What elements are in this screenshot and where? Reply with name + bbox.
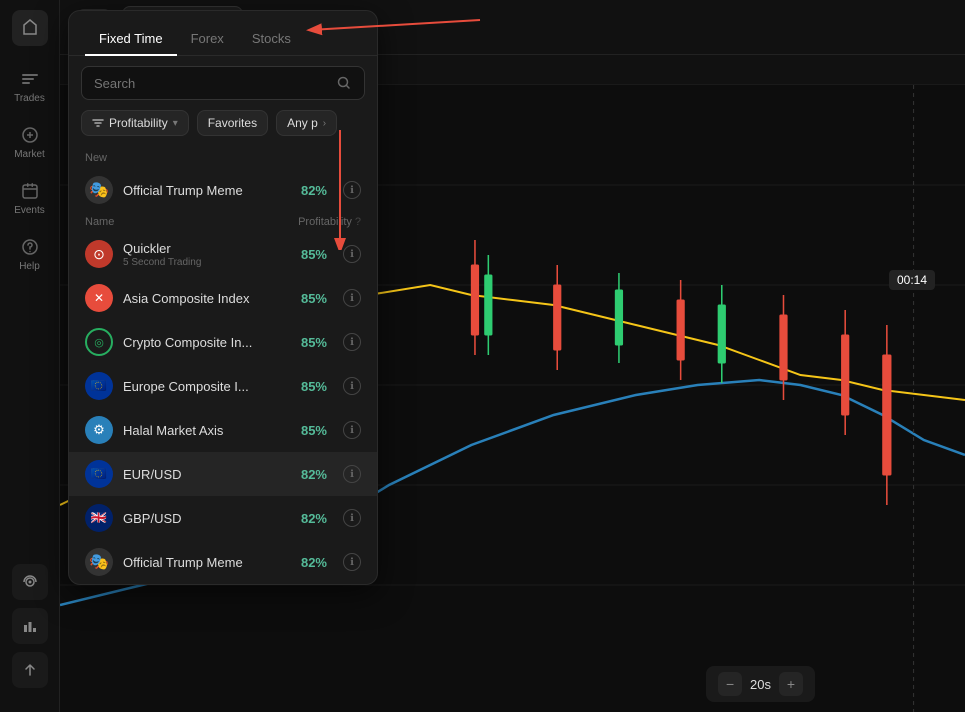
sidebar-item-help[interactable]: Help	[0, 226, 59, 282]
asset-row-name: Official Trump Meme	[123, 555, 291, 570]
any-label: Any p	[287, 116, 318, 130]
info-icon[interactable]: ℹ	[343, 465, 361, 483]
sidebar-item-market[interactable]: Market	[0, 114, 59, 170]
asset-info: Europe Composite I...	[123, 379, 291, 394]
time-increase-button[interactable]: +	[779, 672, 803, 696]
crypto-icon: ◎	[85, 328, 113, 356]
time-decrease-button[interactable]: −	[718, 672, 742, 696]
search-input[interactable]	[94, 76, 328, 91]
info-icon[interactable]: ℹ	[343, 421, 361, 439]
asset-pct: 85%	[301, 247, 327, 262]
list-item[interactable]: ✕ Asia Composite Index 85% ℹ	[69, 276, 377, 320]
info-icon[interactable]: ℹ	[343, 181, 361, 199]
list-item[interactable]: ⊙ Quickler 5 Second Trading 85% ℹ	[69, 232, 377, 276]
asset-row-name: Crypto Composite In...	[123, 335, 291, 350]
info-icon[interactable]: ℹ	[343, 289, 361, 307]
filter-icon	[92, 117, 104, 129]
asset-row-name: Halal Market Axis	[123, 423, 291, 438]
asset-row-sub: 5 Second Trading	[123, 257, 291, 268]
list-item[interactable]: 🎭 Official Trump Meme 82% ℹ	[69, 168, 377, 212]
asset-pct: 85%	[301, 423, 327, 438]
info-icon[interactable]: ℹ	[343, 509, 361, 527]
filter-row: Profitability ▾ Favorites Any p ›	[69, 110, 377, 146]
asset-info: Halal Market Axis	[123, 423, 291, 438]
asset-row-name: Europe Composite I...	[123, 379, 291, 394]
asset-info: EUR/USD	[123, 467, 291, 482]
search-row	[69, 56, 377, 110]
sidebar-item-help-label: Help	[19, 261, 40, 272]
search-icon	[336, 75, 352, 91]
info-icon[interactable]: ℹ	[343, 377, 361, 395]
trump-icon: 🎭	[85, 176, 113, 204]
asset-pct: 85%	[301, 335, 327, 350]
sidebar: Trades Market Events Help	[0, 0, 60, 712]
sidebar-logo	[12, 10, 48, 46]
asset-pct: 82%	[301, 511, 327, 526]
favorites-label: Favorites	[208, 116, 257, 130]
asset-info: GBP/USD	[123, 511, 291, 526]
info-icon[interactable]: ℹ	[343, 245, 361, 263]
quickler-icon: ⊙	[85, 240, 113, 268]
time-bar: − 20s +	[706, 666, 815, 702]
info-icon[interactable]: ℹ	[343, 333, 361, 351]
asset-info: Official Trump Meme	[123, 183, 291, 198]
sidebar-item-events[interactable]: Events	[0, 170, 59, 226]
time-label: 00:14	[889, 270, 935, 290]
any-filter-button[interactable]: Any p ›	[276, 110, 337, 136]
asia-icon: ✕	[85, 284, 113, 312]
col-profit-label: Profitability ?	[298, 216, 361, 228]
any-chevron-icon: ›	[323, 118, 326, 129]
list-item[interactable]: 🇬🇧 GBP/USD 82% ℹ	[69, 496, 377, 540]
eu-flag-icon: 🇪🇺	[85, 372, 113, 400]
asset-row-name: Asia Composite Index	[123, 291, 291, 306]
favorites-filter-button[interactable]: Favorites	[197, 110, 268, 136]
asset-row-name: Quickler	[123, 241, 291, 256]
sidebar-item-trades[interactable]: Trades	[0, 58, 59, 114]
profitability-filter-button[interactable]: Profitability ▾	[81, 110, 189, 136]
trump2-icon: 🎭	[85, 548, 113, 576]
dropdown-panel: Fixed Time Forex Stocks Profitability ▾ …	[68, 10, 378, 585]
list-item[interactable]: 🎭 Official Trump Meme 82% ℹ	[69, 540, 377, 584]
sidebar-arrow-button[interactable]	[12, 652, 48, 688]
asset-list: New 🎭 Official Trump Meme 82% ℹ Name Pro…	[69, 146, 377, 584]
sidebar-item-trades-label: Trades	[14, 93, 45, 104]
tab-fixed-time[interactable]: Fixed Time	[85, 23, 177, 56]
sidebar-item-events-label: Events	[14, 205, 45, 216]
asset-row-name: EUR/USD	[123, 467, 291, 482]
list-item[interactable]: 🇪🇺 Europe Composite I... 85% ℹ	[69, 364, 377, 408]
asset-row-name: Official Trump Meme	[123, 183, 291, 198]
section-new-label: New	[69, 146, 377, 168]
chevron-down-icon: ▾	[173, 118, 178, 129]
asset-info: Quickler 5 Second Trading	[123, 241, 291, 268]
asset-pct: 85%	[301, 291, 327, 306]
halal-icon: ⚙	[85, 416, 113, 444]
asset-info: Asia Composite Index	[123, 291, 291, 306]
asset-row-name: GBP/USD	[123, 511, 291, 526]
asset-pct: 82%	[301, 555, 327, 570]
sidebar-live-button[interactable]	[12, 564, 48, 600]
tab-forex[interactable]: Forex	[177, 23, 238, 56]
asset-info: Crypto Composite In...	[123, 335, 291, 350]
tabs-row: Fixed Time Forex Stocks	[69, 11, 377, 56]
eurusd-flag-icon: 🇪🇺	[85, 460, 113, 488]
profitability-label: Profitability	[109, 116, 168, 130]
list-header: Name Profitability ?	[69, 212, 377, 232]
search-box[interactable]	[81, 66, 365, 100]
gbpusd-flag-icon: 🇬🇧	[85, 504, 113, 532]
sidebar-bottom	[12, 564, 48, 702]
asset-info: Official Trump Meme	[123, 555, 291, 570]
info-icon[interactable]: ℹ	[343, 553, 361, 571]
asset-pct: 82%	[301, 183, 327, 198]
col-name-label: Name	[85, 216, 298, 228]
asset-pct: 82%	[301, 467, 327, 482]
question-icon: ?	[355, 216, 361, 228]
list-item[interactable]: 🇪🇺 EUR/USD 82% ℹ	[69, 452, 377, 496]
sidebar-item-market-label: Market	[14, 149, 45, 160]
sidebar-chart-button[interactable]	[12, 608, 48, 644]
time-value: 20s	[750, 677, 771, 692]
list-item[interactable]: ◎ Crypto Composite In... 85% ℹ	[69, 320, 377, 364]
list-item[interactable]: ⚙ Halal Market Axis 85% ℹ	[69, 408, 377, 452]
tab-stocks[interactable]: Stocks	[238, 23, 305, 56]
asset-pct: 85%	[301, 379, 327, 394]
